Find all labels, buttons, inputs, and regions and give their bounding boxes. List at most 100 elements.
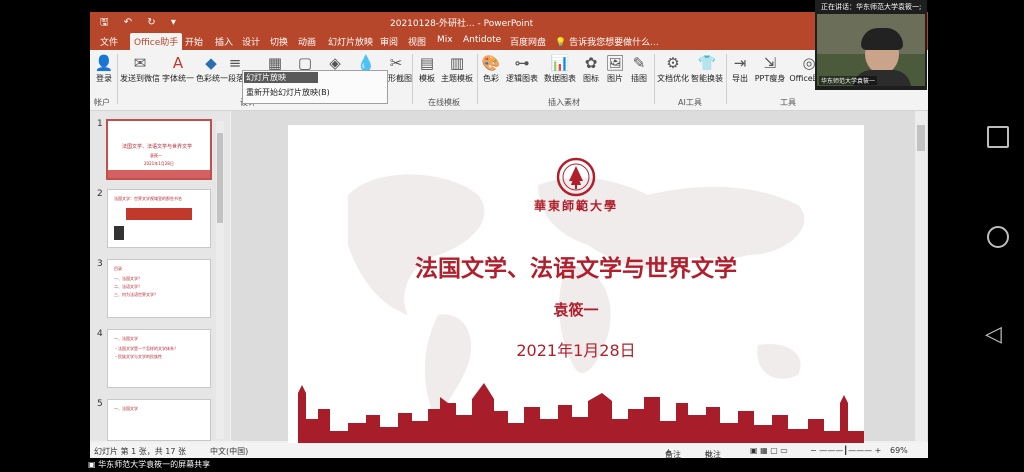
current-slide[interactable]: 華東師範大學 法国文学、法语文学与世界文学 袁筱一 2021年1月28日 xyxy=(288,125,864,449)
thumb-text: 2021年1月28日 xyxy=(144,161,174,166)
thumbnail-slide-4[interactable]: 一、法国文学 ・法国文学是一个怎样的文学体系？ ・民族文学与文学的民族性 xyxy=(107,329,211,388)
thumb-number: 4 xyxy=(97,329,103,339)
paragraph-icon: ≡ xyxy=(228,54,242,72)
tab-home[interactable]: 开始 xyxy=(185,35,203,48)
share-text: 华东师范大学袁筱一的屏幕共享 xyxy=(98,460,211,469)
thumbnails-scrollbar[interactable] xyxy=(216,121,224,439)
thumbnail-slide-2[interactable]: 法国文学：世界文学视域里的那些书名 xyxy=(107,189,211,248)
thumbnail-slide-1[interactable]: 法国文学、法语文学与世界文学 袁筱一 2021年1月28日 xyxy=(106,119,212,180)
tell-me-box[interactable]: 💡 告诉我您想要做什么... xyxy=(555,35,659,48)
thumb-text: 三、何为法语世界文学？ xyxy=(114,292,158,297)
slide-editor: 華東師範大學 法国文学、法语文学与世界文学 袁筱一 2021年1月28日 xyxy=(231,111,928,449)
speaking-indicator: 正在讲话：华东师范大学袁筱一; xyxy=(821,3,922,11)
send-to-wechat-button[interactable]: ✉ 发送到微信 xyxy=(120,53,160,84)
thumb-text: 法国文学：世界文学视域里的那些书名 xyxy=(114,196,182,201)
document-optimize-button[interactable]: ⚙ 文档优化 xyxy=(657,53,689,84)
shirt-icon: 👕 xyxy=(697,54,717,72)
restart-slideshow-item[interactable]: 重新开始幻灯片放映(B) xyxy=(246,87,330,98)
group-label-ai-tools: AI工具 xyxy=(678,98,702,107)
tab-animations[interactable]: 动画 xyxy=(298,35,316,48)
unify-color-button[interactable]: ◆ 色彩统一 xyxy=(196,53,228,84)
smart-dress-button[interactable]: 👕 智能换装 xyxy=(691,53,723,84)
language-indicator[interactable]: 中文(中国) xyxy=(210,446,248,457)
tab-design[interactable]: 设计 xyxy=(242,35,260,48)
slide-title[interactable]: 法国文学、法语文学与世界文学 xyxy=(288,249,864,283)
speaker-hair xyxy=(861,28,903,50)
logic-chart-button[interactable]: ⊶ 逻辑图表 xyxy=(504,53,540,84)
popup-header: 幻灯片放映 xyxy=(244,72,318,83)
export-button[interactable]: ⇥ 导出 xyxy=(729,53,751,84)
thumb-text: 一、法国文学？ xyxy=(114,276,142,281)
tab-slideshow[interactable]: 幻灯片放映 xyxy=(328,35,373,48)
tab-review[interactable]: 审阅 xyxy=(380,35,398,48)
thumb-text: 目录 xyxy=(114,266,122,271)
logic-chart-icon: ⊶ xyxy=(514,54,530,72)
recent-apps-button[interactable] xyxy=(987,126,1009,148)
unify-font-button[interactable]: A 字体统一 xyxy=(162,53,194,84)
tab-transitions[interactable]: 切换 xyxy=(270,35,288,48)
thumb-number: 2 xyxy=(97,189,103,199)
thumb-text: 法国文学、法语文学与世界文学 xyxy=(122,144,193,150)
font-icon: A xyxy=(172,54,184,72)
ribbon-tabs: 文件 Office助手 开始 插入 设计 切换 动画 幻灯片放映 审阅 视图 M… xyxy=(90,32,928,50)
optimize-icon: ⚙ xyxy=(666,54,680,72)
thumb-number: 5 xyxy=(97,399,103,409)
thumb-text: 二、法语文学？ xyxy=(114,284,142,289)
paint-bucket-icon: ◆ xyxy=(205,54,217,72)
illustration-button[interactable]: ✎ 插图 xyxy=(628,53,650,84)
slide-date[interactable]: 2021年1月28日 xyxy=(288,337,864,361)
thumbnail-slide-3[interactable]: 目录 一、法国文学？ 二、法语文学？ 三、何为法语世界文学？ xyxy=(107,259,211,318)
divider xyxy=(477,54,478,104)
login-button[interactable]: 👤 登录 xyxy=(93,53,115,84)
thumb-text: ・法国文学是一个怎样的文学体系？ xyxy=(114,346,178,351)
thumb-text: 袁筱一 xyxy=(150,153,162,158)
tab-insert[interactable]: 插入 xyxy=(215,35,233,48)
screen-share-label: ▣ 华东师范大学袁筱一的屏幕共享 xyxy=(88,459,210,470)
scrollbar-thumb[interactable] xyxy=(217,133,223,223)
paragraph-button[interactable]: ≡ 段落 xyxy=(228,53,244,84)
color-button[interactable]: 🎨 色彩 xyxy=(480,53,502,84)
divider xyxy=(117,54,118,104)
data-chart-button[interactable]: 📊 数据图表 xyxy=(542,53,578,84)
slide-scrollbar[interactable] xyxy=(915,111,927,441)
thumb-text: 一、法国文学 xyxy=(114,406,138,411)
slideshow-tooltip-popup: 幻灯片放映 重新开始幻灯片放映(B) xyxy=(242,70,388,104)
tab-antidote[interactable]: Antidote xyxy=(463,35,501,45)
back-button[interactable]: ◁ xyxy=(985,322,1002,347)
illustration-icon: ✎ xyxy=(632,54,646,72)
icons-icon: ✿ xyxy=(584,54,598,72)
home-button[interactable] xyxy=(987,226,1009,248)
tell-me-placeholder: 告诉我您想要做什么... xyxy=(569,38,659,48)
window-title: 20210128-外研社... - PowerPoint xyxy=(390,19,534,29)
zoom-slider[interactable]: − ———┃——— + xyxy=(810,446,881,455)
scrollbar-thumb[interactable] xyxy=(917,125,925,151)
palette-icon: 🎨 xyxy=(481,54,501,72)
tab-baidu-netdisk[interactable]: 百度网盘 xyxy=(510,35,546,48)
tab-view[interactable]: 视图 xyxy=(408,35,426,48)
theme-icon: ▥ xyxy=(449,54,465,72)
tab-file[interactable]: 文件 xyxy=(100,35,118,48)
picture-button[interactable]: 🖼 图片 xyxy=(604,53,626,84)
group-label-online-templates: 在线模板 xyxy=(428,98,460,107)
thumbnail-slide-5[interactable]: 一、法国文学 xyxy=(107,399,211,441)
comments-label: 批注 xyxy=(705,450,721,458)
slide-author[interactable]: 袁筱一 xyxy=(288,299,864,320)
tab-office-assistant[interactable]: Office助手 xyxy=(130,33,183,50)
wechat-icon: ✉ xyxy=(133,54,147,72)
ribbon: 👤 登录 ✉ 发送到微信 A 字体统一 ◆ 色彩统一 ≡ 段落 ▦ ▢ ◈ 💧 ✂ 图形截图… xyxy=(90,50,928,111)
thumb-skyline xyxy=(108,170,210,178)
zoom-level[interactable]: 69% xyxy=(890,446,908,455)
template-button[interactable]: ▤ 模板 xyxy=(416,53,438,84)
divider xyxy=(654,54,655,104)
lightbulb-icon: 💡 xyxy=(555,38,567,48)
tab-mix[interactable]: Mix xyxy=(437,35,453,45)
university-emblem-logo xyxy=(556,157,596,197)
export-icon: ⇥ xyxy=(733,54,747,72)
theme-template-button[interactable]: ▥ 主题模板 xyxy=(440,53,474,84)
view-buttons[interactable]: ▣ ▦ ▢ ▭ xyxy=(750,446,788,455)
ppt-slim-button[interactable]: ⇲ PPT瘦身 xyxy=(753,53,787,84)
template-icon: ▤ xyxy=(419,54,435,72)
powerpoint-window: 🖫 ↶ ↻ ▾ 20210128-外研社... - PowerPoint 文件 … xyxy=(90,12,928,458)
quick-access-toolbar[interactable]: 🖫 ↶ ↻ ▾ xyxy=(100,15,182,32)
icon-button[interactable]: ✿ 图标 xyxy=(580,53,602,84)
